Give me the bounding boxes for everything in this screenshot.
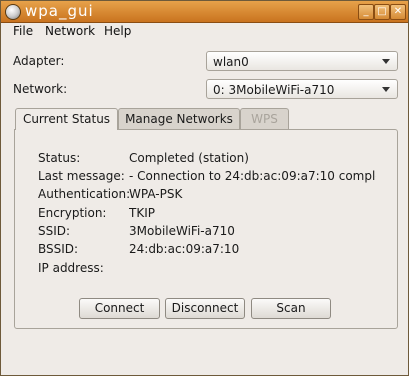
adapter-select[interactable]: wlan0 [206, 51, 398, 71]
authentication-value: WPA-PSK [129, 187, 183, 201]
scan-button[interactable]: Scan [251, 298, 331, 319]
bssid-label: BSSID: [38, 242, 79, 256]
menu-bar: File Network Help [1, 23, 408, 41]
encryption-value: TKIP [129, 206, 155, 220]
wpa-gui-window: wpa_gui _ □ ✕ File Network Help Adapter:… [0, 0, 409, 376]
menu-network[interactable]: Network [45, 24, 95, 38]
status-label: Status: [38, 151, 81, 165]
minimize-button[interactable]: _ [358, 4, 374, 20]
menu-file[interactable]: File [13, 24, 33, 38]
status-value: Completed (station) [129, 151, 249, 165]
network-value: 0: 3MobileWiFi-a710 [213, 83, 335, 97]
disconnect-button[interactable]: Disconnect [165, 298, 245, 319]
encryption-label: Encryption: [38, 206, 107, 220]
last-message-label: Last message: [38, 169, 125, 183]
adapter-value: wlan0 [213, 55, 249, 69]
title-bar[interactable]: wpa_gui _ □ ✕ [1, 1, 408, 23]
tab-current-status[interactable]: Current Status [15, 108, 118, 130]
adapter-label: Adapter: [13, 54, 65, 68]
network-select[interactable]: 0: 3MobileWiFi-a710 [206, 79, 398, 99]
ip-address-label: IP address: [38, 261, 104, 275]
app-icon[interactable] [5, 4, 21, 20]
authentication-label: Authentication: [38, 187, 131, 201]
ssid-label: SSID: [38, 224, 71, 238]
network-label: Network: [13, 82, 68, 96]
maximize-button[interactable]: □ [374, 4, 390, 20]
tab-wps[interactable]: WPS [240, 108, 289, 129]
close-button[interactable]: ✕ [390, 4, 406, 20]
chevron-down-icon [382, 87, 390, 92]
ssid-value: 3MobileWiFi-a710 [129, 224, 235, 238]
window-title: wpa_gui [25, 2, 94, 20]
menu-help[interactable]: Help [104, 24, 131, 38]
last-message-value: - Connection to 24:db:ac:09:a7:10 comple [129, 169, 376, 183]
connect-button[interactable]: Connect [79, 298, 160, 319]
tab-manage-networks[interactable]: Manage Networks [118, 108, 240, 129]
bssid-value: 24:db:ac:09:a7:10 [129, 242, 240, 256]
chevron-down-icon [382, 59, 390, 64]
